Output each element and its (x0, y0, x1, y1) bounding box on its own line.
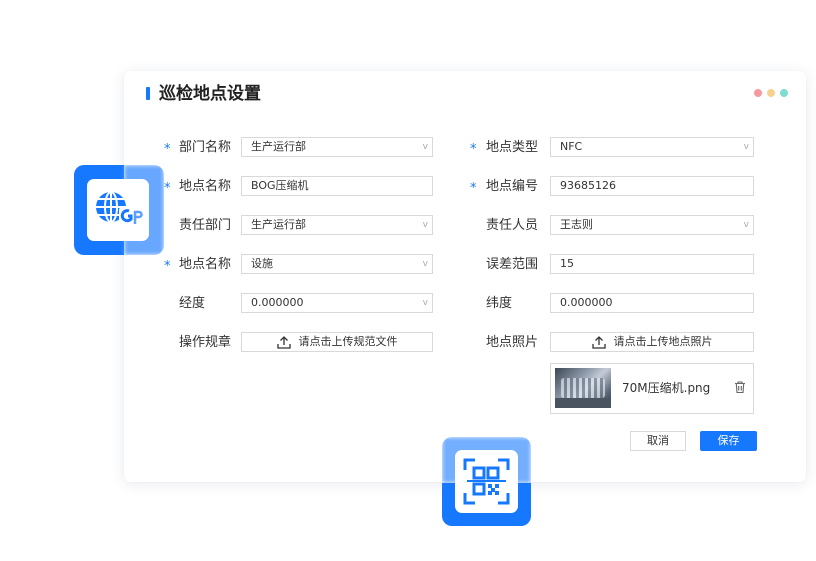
chevron-down-icon: v (422, 220, 428, 230)
chevron-down-icon: v (743, 220, 749, 230)
label-latitude: 纬度 (486, 296, 513, 311)
settings-card (124, 71, 806, 482)
loc-type-select[interactable]: NFC v (550, 137, 754, 157)
label-photo: 地点照片 (486, 335, 539, 350)
required-mark: * (470, 142, 477, 157)
loc-code-value: 93685126 (560, 179, 616, 192)
title-accent-bar (146, 87, 150, 100)
chevron-down-icon: v (422, 259, 428, 269)
label-loc-name-2: 地点名称 (179, 257, 232, 272)
qr-tile (442, 437, 531, 526)
label-rules: 操作规章 (179, 335, 232, 350)
window-dot-green (780, 89, 788, 97)
label-loc-name: 地点名称 (179, 179, 232, 194)
upload-icon (591, 335, 606, 349)
gps-tile-inner (87, 179, 149, 241)
loc-code-input[interactable]: 93685126 (550, 176, 754, 196)
upload-rules-text: 请点击上传规范文件 (298, 335, 398, 348)
chevron-down-icon: v (422, 142, 428, 152)
qr-tile-inner (455, 450, 518, 513)
error-range-input[interactable]: 15 (550, 254, 754, 274)
loc-name-value: BOG压缩机 (251, 179, 309, 192)
gps-icon (96, 191, 143, 227)
dept-name-select[interactable]: 生产运行部 v (241, 137, 433, 157)
latitude-value: 0.000000 (560, 296, 613, 309)
resp-dept-value: 生产运行部 (251, 218, 306, 231)
upload-icon (276, 335, 291, 349)
latitude-input[interactable]: 0.000000 (550, 293, 754, 313)
label-dept-name: 部门名称 (179, 140, 232, 155)
loc-name-input[interactable]: BOG压缩机 (241, 176, 433, 196)
facility-value: 设施 (251, 257, 273, 270)
label-loc-type: 地点类型 (486, 140, 539, 155)
gps-tile (74, 165, 164, 255)
label-loc-code: 地点编号 (486, 179, 539, 194)
longitude-select[interactable]: 0.000000 v (241, 293, 433, 313)
attachment-filename: 70M压缩机.png (622, 381, 711, 395)
label-longitude: 经度 (179, 296, 206, 311)
error-range-value: 15 (560, 257, 574, 270)
upload-photo-text: 请点击上传地点照片 (613, 335, 713, 348)
resp-person-select[interactable]: 王志则 v (550, 215, 754, 235)
longitude-value: 0.000000 (251, 296, 304, 309)
upload-rules-button[interactable]: 请点击上传规范文件 (241, 332, 433, 352)
window-dot-red (754, 89, 762, 97)
label-resp-person: 责任人员 (486, 218, 539, 233)
label-error-range: 误差范围 (486, 257, 539, 272)
window-dot-yellow (767, 89, 775, 97)
required-mark: * (470, 181, 477, 196)
chevron-down-icon: v (743, 142, 749, 152)
loc-type-value: NFC (560, 140, 583, 153)
cancel-button[interactable]: 取消 (630, 431, 686, 451)
dept-name-value: 生产运行部 (251, 140, 306, 153)
save-button[interactable]: 保存 (700, 431, 757, 451)
photo-thumbnail[interactable] (555, 368, 611, 408)
page-title: 巡检地点设置 (159, 84, 261, 104)
required-mark: * (164, 181, 171, 196)
required-mark: * (164, 142, 171, 157)
required-mark: * (164, 259, 171, 274)
resp-person-value: 王志则 (560, 218, 593, 231)
qr-code-icon (463, 458, 510, 505)
facility-select[interactable]: 设施 v (241, 254, 433, 274)
trash-icon[interactable] (733, 380, 747, 394)
chevron-down-icon: v (422, 298, 428, 308)
resp-dept-select[interactable]: 生产运行部 v (241, 215, 433, 235)
upload-photo-button[interactable]: 请点击上传地点照片 (550, 332, 754, 352)
label-resp-dept: 责任部门 (179, 218, 232, 233)
